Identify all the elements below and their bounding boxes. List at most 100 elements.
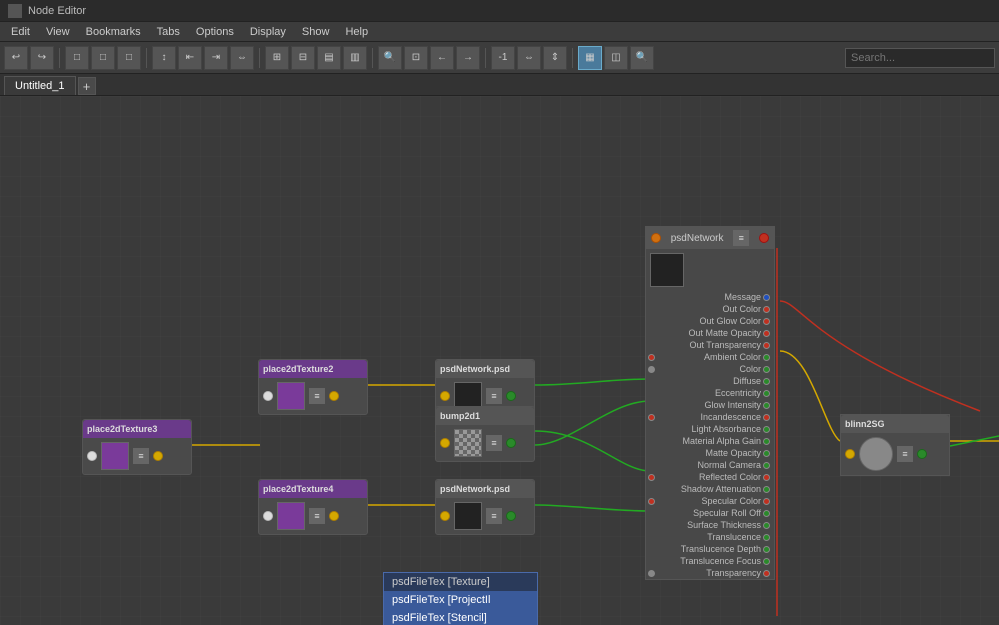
toolbar-redo[interactable]: ↪ [30,46,54,70]
dropdown-item-2[interactable]: psdFileTex [Stencil] [384,609,537,625]
toolbar-layout-3[interactable]: ▤ [317,46,341,70]
toolbar-arrows-2[interactable]: ⇕ [543,46,567,70]
port-right-16[interactable] [763,486,770,493]
menu-show[interactable]: Show [295,24,337,40]
node-place2dtexture4[interactable]: place2dTexture4 ≡ [258,479,368,535]
node-blinn2sg[interactable]: blinn2SG ≡ [840,414,950,476]
toolbar-layout-4[interactable]: ▥ [343,46,367,70]
toolbar-layout-1[interactable]: ⊞ [265,46,289,70]
port-left-17[interactable] [648,498,655,505]
port-right-10[interactable] [763,414,770,421]
node-place2dtexture4-menu[interactable]: ≡ [309,508,325,524]
node-psdnetworkpsd3[interactable]: psdNetwork.psd ≡ [435,479,535,535]
node-place2dtexture2[interactable]: place2dTexture2 ≡ [258,359,368,415]
toolbar-panel[interactable]: ◫ [604,46,628,70]
toolbar-fit[interactable]: ⊡ [404,46,428,70]
port-left-10[interactable] [648,414,655,421]
toolbar-minus1[interactable]: -1 [491,46,515,70]
port-left-5[interactable] [648,354,655,361]
port-blinn-in[interactable] [845,449,855,459]
port-right-13[interactable] [763,450,770,457]
node-psdnetworkpsd3-menu[interactable]: ≡ [486,508,502,524]
port-right-2[interactable] [763,318,770,325]
port-right-1[interactable] [763,306,770,313]
toolbar-undo[interactable]: ↩ [4,46,28,70]
menu-help[interactable]: Help [338,24,375,40]
toolbar-btn-6[interactable]: ⇥ [204,46,228,70]
port-psd3-in[interactable] [440,511,450,521]
port-p4-in[interactable] [263,511,273,521]
port-blinn-out[interactable] [917,449,927,459]
port-psd1-in[interactable] [440,391,450,401]
port-bump-out[interactable] [506,438,516,448]
port-p2-in[interactable] [263,391,273,401]
menu-options[interactable]: Options [189,24,241,40]
menu-bookmarks[interactable]: Bookmarks [79,24,148,40]
toolbar-btn-5[interactable]: ⇤ [178,46,202,70]
psdnetwork-menu-btn[interactable]: ≡ [733,230,749,246]
menu-tabs[interactable]: Tabs [150,24,187,40]
toolbar-search-btn[interactable]: 🔍 [630,46,654,70]
psdnetwork-right-port[interactable] [759,233,769,243]
menu-edit[interactable]: Edit [4,24,37,40]
node-place2dtexture2-menu[interactable]: ≡ [309,388,325,404]
port-right-14[interactable] [763,462,770,469]
toolbar-btn-2[interactable]: □ [91,46,115,70]
dropdown-item-1[interactable]: psdFileTex [ProjectIl [384,591,537,609]
toolbar-zoom[interactable]: 🔍 [378,46,402,70]
node-bump2d1[interactable]: bump2d1 ≡ [435,406,535,462]
toolbar-sep-2 [146,48,147,68]
port-right-12[interactable] [763,438,770,445]
port-psd3-out[interactable] [506,511,516,521]
toolbar-grid[interactable]: ▦ [578,46,602,70]
tab-untitled1[interactable]: Untitled_1 [4,76,76,95]
toolbar-btn-4[interactable]: ↕ [152,46,176,70]
port-left-15[interactable] [648,474,655,481]
port-right-17[interactable] [763,498,770,505]
port-bump-in[interactable] [440,438,450,448]
port-right-15[interactable] [763,474,770,481]
node-psdnetwork[interactable]: psdNetwork ≡ MessageOut ColorOut Glow Co… [645,226,775,580]
port-right-5[interactable] [763,354,770,361]
psdnetwork-left-port[interactable] [651,233,661,243]
port-right-7[interactable] [763,378,770,385]
port-right-11[interactable] [763,426,770,433]
port-right-19[interactable] [763,522,770,529]
port-right-23[interactable] [763,570,770,577]
node-blinn2sg-menu[interactable]: ≡ [897,446,913,462]
toolbar-btn-7[interactable]: ⇔ [230,46,254,70]
node-bump2d1-menu[interactable]: ≡ [486,435,502,451]
port-right-22[interactable] [763,558,770,565]
node-place2dtexture3[interactable]: place2dTexture3 ≡ [82,419,192,475]
port-right-0[interactable] [763,294,770,301]
dropdown-item-0[interactable]: psdFileTex [Texture] [384,573,537,591]
menu-view[interactable]: View [39,24,77,40]
toolbar-btn-1[interactable]: □ [65,46,89,70]
port-right-3[interactable] [763,330,770,337]
port-p4-out[interactable] [329,511,339,521]
port-right-8[interactable] [763,390,770,397]
port-p2-out[interactable] [329,391,339,401]
toolbar-btn-3[interactable]: □ [117,46,141,70]
port-right-20[interactable] [763,534,770,541]
tab-add-button[interactable]: + [78,77,96,95]
toolbar-nav-1[interactable]: ← [430,46,454,70]
port-psd1-out[interactable] [506,391,516,401]
menu-display[interactable]: Display [243,24,293,40]
port-left-23[interactable] [648,570,655,577]
node-place2dtexture3-menu[interactable]: ≡ [133,448,149,464]
toolbar-nav-2[interactable]: → [456,46,480,70]
port-right-6[interactable] [763,366,770,373]
canvas-area[interactable]: place2dTexture3 ≡ place2dTexture2 ≡ plac… [0,96,999,625]
port-right-9[interactable] [763,402,770,409]
port-p3-out[interactable] [153,451,163,461]
node-psdnetworkpsd1-menu[interactable]: ≡ [486,388,502,404]
port-right-4[interactable] [763,342,770,349]
toolbar-arrows-1[interactable]: ⇔ [517,46,541,70]
toolbar-layout-2[interactable]: ⊟ [291,46,315,70]
search-input[interactable] [845,48,995,68]
port-p3-in[interactable] [87,451,97,461]
port-left-6[interactable] [648,366,655,373]
port-right-21[interactable] [763,546,770,553]
port-right-18[interactable] [763,510,770,517]
